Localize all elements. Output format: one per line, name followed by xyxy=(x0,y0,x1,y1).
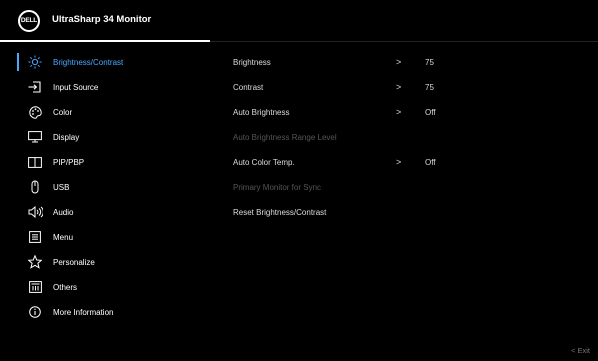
setting-value: Off xyxy=(425,157,436,167)
star-icon xyxy=(27,254,43,270)
others-icon xyxy=(27,279,43,295)
setting-label: Auto Brightness Range Level xyxy=(233,132,337,142)
sidebar-item-label: Input Source xyxy=(53,82,99,92)
setting-row-reset-brightness-contrast[interactable]: Reset Brightness/Contrast xyxy=(233,200,583,224)
pip-pbp-icon xyxy=(27,154,43,170)
palette-icon xyxy=(27,104,43,120)
chevron-right-icon: > xyxy=(396,57,402,67)
exit-button[interactable]: < Exit xyxy=(571,346,590,355)
sidebar-item-label: Menu xyxy=(53,232,74,242)
setting-label: Reset Brightness/Contrast xyxy=(233,207,327,217)
display-icon xyxy=(27,129,43,145)
sidebar-item-color[interactable]: Color xyxy=(0,100,210,124)
audio-icon xyxy=(27,204,43,220)
dell-logo: DELL xyxy=(18,10,40,32)
sidebar-item-brightness-contrast[interactable]: Brightness/Contrast xyxy=(0,50,210,74)
sidebar-item-pip-pbp[interactable]: PIP/PBP xyxy=(0,150,210,174)
chevron-right-icon: > xyxy=(396,107,402,117)
sidebar-item-label: Audio xyxy=(53,207,74,217)
sidebar-item-display[interactable]: Display xyxy=(0,125,210,149)
setting-label: Contrast xyxy=(233,82,264,92)
menu-icon xyxy=(27,229,43,245)
sidebar-item-label: USB xyxy=(53,182,70,192)
setting-value: 75 xyxy=(425,82,434,92)
setting-row-auto-brightness-range-level: Auto Brightness Range Level xyxy=(233,125,583,149)
usb-icon xyxy=(27,179,43,195)
info-icon xyxy=(27,304,43,320)
header-active-underline xyxy=(0,40,210,42)
sidebar-item-label: More Information xyxy=(53,307,114,317)
sidebar-item-label: PIP/PBP xyxy=(53,157,85,167)
header-divider xyxy=(210,41,598,42)
sidebar-item-label: Display xyxy=(53,132,80,142)
setting-label: Auto Brightness xyxy=(233,107,290,117)
sidebar-item-label: Others xyxy=(53,282,78,292)
setting-value: Off xyxy=(425,107,436,117)
sidebar-item-more-information[interactable]: More Information xyxy=(0,300,210,324)
sidebar-item-label: Brightness/Contrast xyxy=(53,57,124,67)
setting-row-contrast[interactable]: Contrast > 75 xyxy=(233,75,583,99)
setting-row-primary-monitor-for-sync: Primary Monitor for Sync xyxy=(233,175,583,199)
sidebar-item-personalize[interactable]: Personalize xyxy=(0,250,210,274)
sidebar-item-input-source[interactable]: Input Source xyxy=(0,75,210,99)
input-source-icon xyxy=(27,79,43,95)
sidebar-item-label: Personalize xyxy=(53,257,95,267)
setting-value: 75 xyxy=(425,57,434,67)
sidebar-item-label: Color xyxy=(53,107,73,117)
setting-label: Primary Monitor for Sync xyxy=(233,182,322,192)
sidebar-item-usb[interactable]: USB xyxy=(0,175,210,199)
monitor-title: UltraSharp 34 Monitor xyxy=(52,14,152,25)
sidebar-item-others[interactable]: Others xyxy=(0,275,210,299)
setting-row-auto-brightness[interactable]: Auto Brightness > Off xyxy=(233,100,583,124)
setting-label: Auto Color Temp. xyxy=(233,157,295,167)
chevron-right-icon: > xyxy=(396,82,402,92)
sidebar-item-audio[interactable]: Audio xyxy=(0,200,210,224)
setting-row-brightness[interactable]: Brightness > 75 xyxy=(233,50,583,74)
header-bar: DELL UltraSharp 34 Monitor xyxy=(0,0,598,44)
setting-label: Brightness xyxy=(233,57,271,67)
sidebar-item-menu[interactable]: Menu xyxy=(0,225,210,249)
chevron-right-icon: > xyxy=(396,157,402,167)
setting-row-auto-color-temp[interactable]: Auto Color Temp. > Off xyxy=(233,150,583,174)
sun-icon xyxy=(27,54,43,70)
